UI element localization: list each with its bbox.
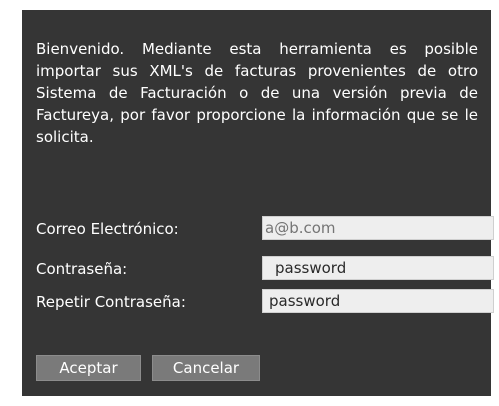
password-field[interactable] (262, 256, 494, 280)
password-label: Contraseña: (36, 260, 128, 278)
repeat-password-row: Repetir Contraseña: (36, 289, 494, 313)
repeat-password-field[interactable] (262, 289, 494, 313)
password-row: Contraseña: (36, 256, 494, 280)
accept-button[interactable]: Aceptar (36, 355, 141, 381)
email-label: Correo Electrónico: (36, 220, 179, 238)
email-row: Correo Electrónico: (36, 216, 494, 240)
repeat-password-label: Repetir Contraseña: (36, 293, 186, 311)
intro-text: Bienvenido. Mediante esta herramienta es… (36, 40, 478, 146)
cancel-button[interactable]: Cancelar (152, 355, 260, 381)
email-field[interactable] (262, 216, 494, 240)
import-xml-dialog: Bienvenido. Mediante esta herramienta es… (22, 10, 494, 396)
